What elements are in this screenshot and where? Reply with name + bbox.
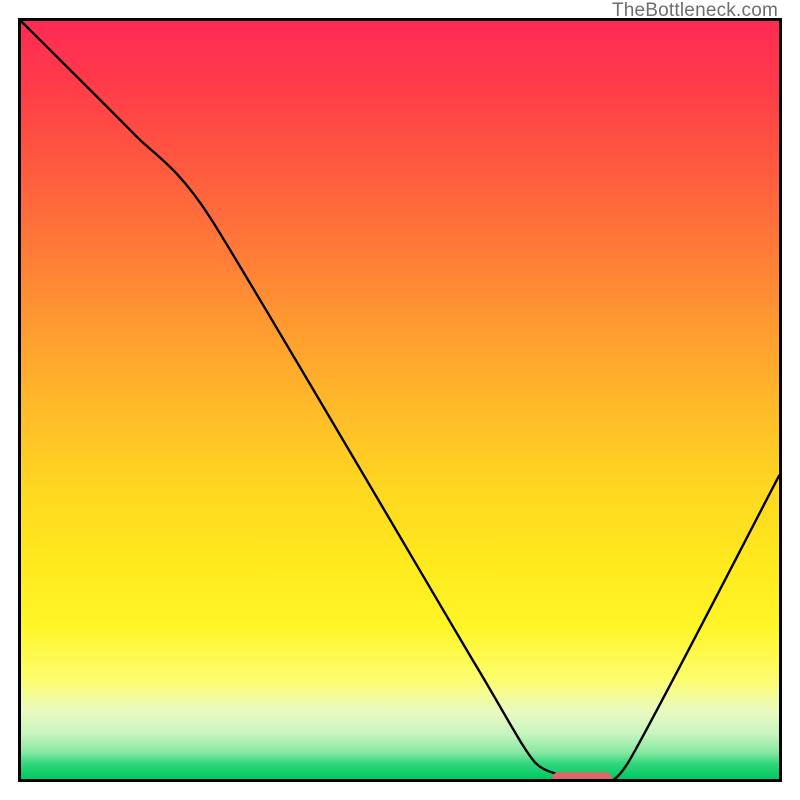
bottleneck-chart: TheBottleneck.com <box>0 0 800 800</box>
curve-layer <box>21 21 779 779</box>
optimal-range-marker <box>552 772 613 782</box>
plot-area <box>18 18 782 782</box>
bottleneck-curve-path <box>21 21 779 779</box>
